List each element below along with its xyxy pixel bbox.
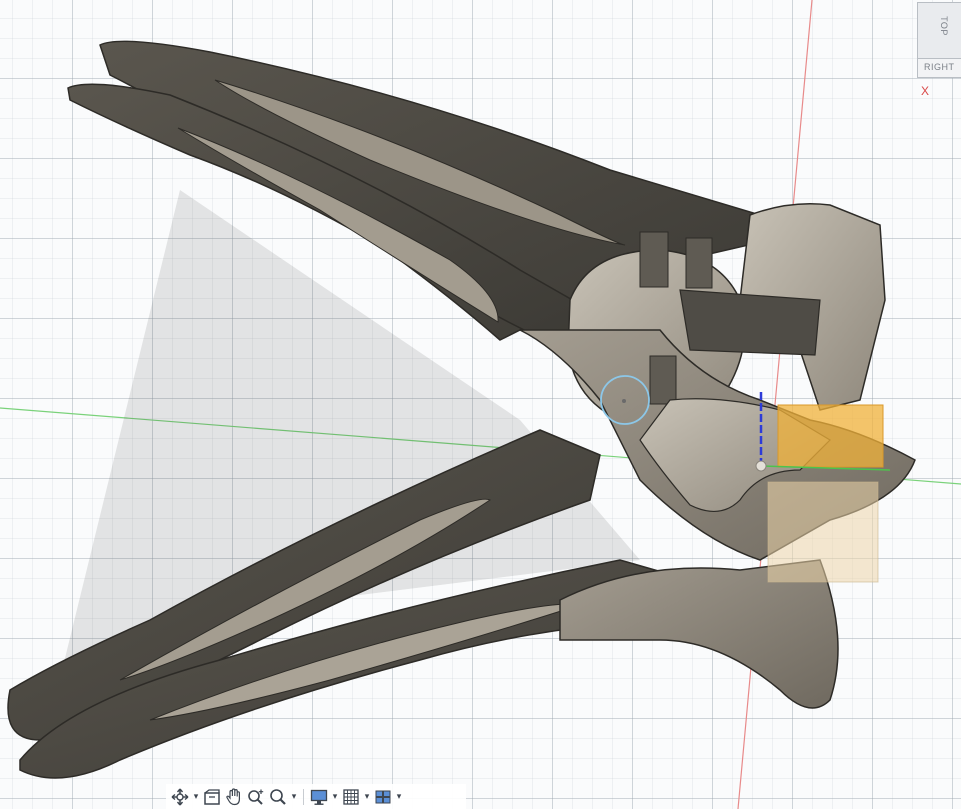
navigation-toolbar: ▾ ▾ ▾ ▾ ▾	[166, 784, 466, 809]
model-scene[interactable]	[0, 0, 961, 809]
grid-settings-icon	[343, 788, 359, 805]
bracket-tab-low	[649, 355, 677, 405]
viewcube[interactable]: TOP RIGHT X	[911, 0, 961, 98]
viewports-dropdown-caret[interactable]: ▾	[395, 791, 403, 802]
orbit-button[interactable]	[170, 786, 190, 808]
viewports-icon	[375, 790, 391, 803]
viewcube-top-label: TOP	[938, 16, 949, 36]
viewcube-x-axis-label: X	[921, 84, 930, 98]
display-settings-dropdown-caret[interactable]: ▾	[331, 791, 339, 802]
zoom-button[interactable]	[246, 786, 266, 808]
look-at-button[interactable]	[202, 786, 222, 808]
fit-zoom-icon	[270, 788, 286, 805]
look-at-icon	[204, 788, 220, 805]
viewcube-right-label: RIGHT	[924, 62, 955, 72]
grid-settings-dropdown-caret[interactable]: ▾	[363, 791, 371, 802]
bracket-window	[679, 289, 821, 356]
display-settings-icon	[310, 789, 328, 805]
selected-face[interactable]	[777, 404, 884, 468]
canvas-viewport[interactable]	[0, 0, 961, 809]
pivot-dot	[622, 399, 626, 403]
display-settings-button[interactable]	[309, 786, 329, 808]
bracket-tab-left	[639, 231, 669, 288]
viewcube-top-face[interactable]: TOP	[917, 2, 961, 60]
pan-icon	[226, 787, 240, 805]
viewports-button[interactable]	[373, 786, 393, 808]
toolbar-separator	[303, 788, 304, 805]
orbit-icon	[171, 788, 189, 805]
bracket-tab-mid	[685, 237, 713, 289]
orbit-dropdown-caret[interactable]: ▾	[192, 791, 200, 802]
pan-button[interactable]	[224, 786, 244, 808]
grid-settings-button[interactable]	[341, 786, 361, 808]
zoom-icon	[248, 789, 264, 805]
fit-zoom-button[interactable]	[268, 786, 288, 808]
fit-zoom-dropdown-caret[interactable]: ▾	[290, 791, 298, 802]
viewcube-right-face[interactable]: RIGHT	[917, 58, 961, 78]
selected-face-shadow	[767, 481, 879, 583]
manipulator-origin[interactable]	[755, 460, 767, 472]
